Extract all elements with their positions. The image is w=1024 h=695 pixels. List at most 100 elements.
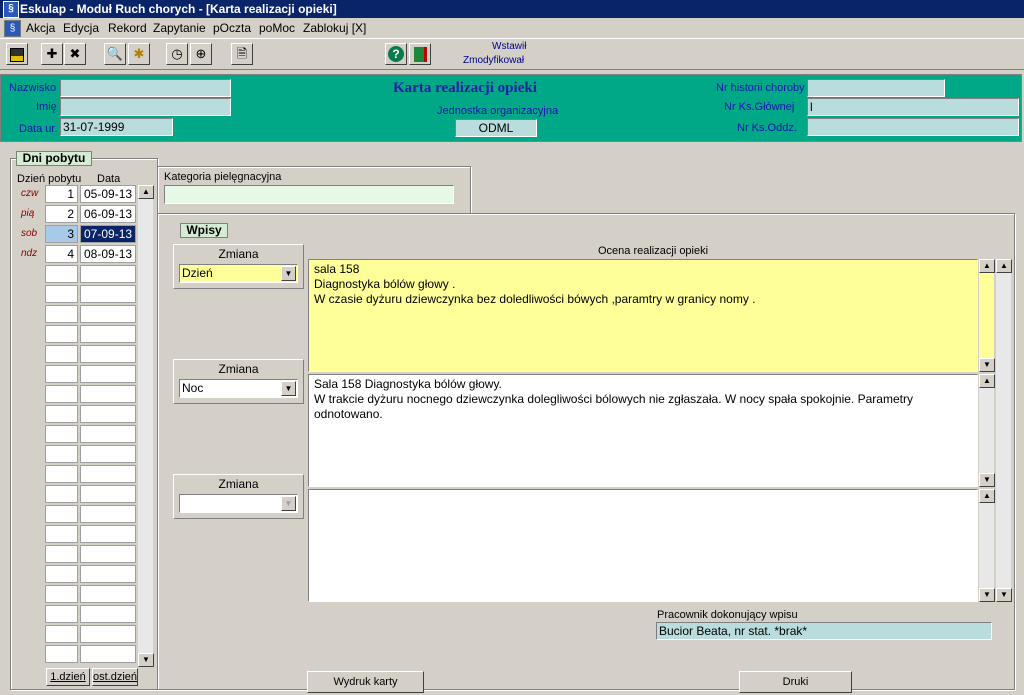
- date-cell[interactable]: [80, 565, 136, 583]
- menu-edycja[interactable]: Edycja: [63, 21, 99, 35]
- stay-days-scrollbar[interactable]: ▲ ▼: [137, 185, 154, 667]
- insert-record-button[interactable]: ✚: [41, 43, 63, 65]
- date-cell[interactable]: [80, 485, 136, 503]
- day-number-cell[interactable]: [45, 305, 78, 323]
- date-cell[interactable]: [80, 365, 136, 383]
- document-menu-icon[interactable]: §: [4, 20, 21, 37]
- day-number-cell[interactable]: 2: [45, 205, 78, 223]
- name-field[interactable]: [60, 98, 231, 116]
- scroll-up-button[interactable]: ▲: [138, 185, 154, 199]
- date-cell[interactable]: [80, 385, 136, 403]
- tab-entries[interactable]: Wpisy: [180, 223, 228, 238]
- menu-zapytanie[interactable]: Zapytanie: [153, 21, 206, 35]
- execute-query-button[interactable]: ✱: [128, 43, 150, 65]
- date-cell[interactable]: [80, 605, 136, 623]
- delete-record-button[interactable]: ✖: [64, 43, 86, 65]
- date-cell[interactable]: [80, 545, 136, 563]
- date-cell[interactable]: [80, 645, 136, 663]
- date-cell[interactable]: [80, 325, 136, 343]
- print-card-button[interactable]: Wydruk karty: [307, 671, 424, 693]
- day-number-cell[interactable]: 4: [45, 245, 78, 263]
- date-cell[interactable]: [80, 625, 136, 643]
- day-number-cell[interactable]: [45, 605, 78, 623]
- scroll-down-button[interactable]: ▼: [979, 588, 995, 602]
- date-cell[interactable]: [80, 445, 136, 463]
- day-number-cell[interactable]: 1: [45, 185, 78, 203]
- scroll-down-button[interactable]: ▼: [979, 473, 995, 487]
- scroll-down-button[interactable]: ▼: [979, 358, 995, 372]
- history-field[interactable]: [807, 79, 945, 97]
- prints-button[interactable]: Druki: [739, 671, 852, 693]
- scroll-up-button[interactable]: ▲: [979, 489, 995, 503]
- day-number-cell[interactable]: [45, 645, 78, 663]
- day-number-cell[interactable]: [45, 465, 78, 483]
- day-number-cell[interactable]: [45, 625, 78, 643]
- day-number-cell[interactable]: [45, 285, 78, 303]
- day-number-cell[interactable]: [45, 485, 78, 503]
- main-book-field[interactable]: l: [807, 98, 1019, 116]
- date-cell[interactable]: [80, 405, 136, 423]
- day-number-cell[interactable]: [45, 265, 78, 283]
- date-cell[interactable]: [80, 525, 136, 543]
- report-button[interactable]: 🗎: [231, 43, 253, 65]
- date-cell[interactable]: [80, 345, 136, 363]
- memo-scrollbar[interactable]: ▲ ▼: [978, 374, 995, 487]
- date-cell[interactable]: [80, 265, 136, 283]
- date-cell[interactable]: [80, 505, 136, 523]
- menu-pomoc[interactable]: poMoc: [259, 21, 295, 35]
- date-cell[interactable]: [80, 285, 136, 303]
- previous-button[interactable]: ◷: [166, 43, 188, 65]
- shift-select[interactable]: ▼: [179, 494, 298, 513]
- day-number-cell[interactable]: [45, 425, 78, 443]
- next-button[interactable]: ⊕: [190, 43, 212, 65]
- menu-zablokuj[interactable]: Zablokuj [X]: [303, 21, 366, 35]
- help-button[interactable]: ?: [385, 43, 407, 65]
- day-number-cell[interactable]: [45, 565, 78, 583]
- day-number-cell[interactable]: [45, 545, 78, 563]
- tab-stay-days[interactable]: Dni pobytu: [16, 151, 92, 166]
- day-number-cell[interactable]: [45, 405, 78, 423]
- day-number-cell[interactable]: [45, 325, 78, 343]
- assessment-memo-night[interactable]: Sala 158 Diagnostyka bólów głowy. W trak…: [308, 374, 978, 487]
- day-number-cell[interactable]: [45, 365, 78, 383]
- day-number-cell[interactable]: [45, 385, 78, 403]
- entries-scrollbar[interactable]: ▲ ▼: [995, 259, 1012, 602]
- assessment-memo-day[interactable]: sala 158 Diagnostyka bólów głowy . W cza…: [308, 259, 978, 372]
- birthdate-field[interactable]: 31-07-1999: [60, 118, 173, 136]
- date-cell[interactable]: 05-09-13: [80, 185, 136, 203]
- day-number-cell[interactable]: [45, 445, 78, 463]
- date-cell[interactable]: [80, 585, 136, 603]
- category-field[interactable]: [164, 185, 454, 204]
- assessment-memo-empty[interactable]: [308, 489, 978, 602]
- shift-select[interactable]: Dzień ▼: [179, 264, 298, 283]
- menu-rekord[interactable]: Rekord: [108, 21, 147, 35]
- unit-field[interactable]: ODML: [455, 119, 537, 137]
- menu-akcja[interactable]: Akcja: [26, 21, 55, 35]
- day-number-cell[interactable]: [45, 585, 78, 603]
- date-cell[interactable]: [80, 425, 136, 443]
- dropdown-arrow-icon[interactable]: ▼: [281, 496, 296, 511]
- scroll-down-button[interactable]: ▼: [996, 588, 1012, 602]
- first-day-button[interactable]: 1.dzień: [46, 668, 90, 686]
- menu-poczta[interactable]: pOczta: [213, 21, 251, 35]
- date-cell[interactable]: [80, 465, 136, 483]
- scroll-up-button[interactable]: ▲: [979, 259, 995, 273]
- exit-button[interactable]: [409, 43, 431, 65]
- day-number-cell[interactable]: [45, 345, 78, 363]
- scroll-up-button[interactable]: ▲: [996, 259, 1012, 273]
- save-button[interactable]: [6, 43, 28, 65]
- ward-book-field[interactable]: [807, 118, 1019, 136]
- memo-scrollbar[interactable]: ▲ ▼: [978, 489, 995, 602]
- dropdown-arrow-icon[interactable]: ▼: [281, 266, 296, 281]
- day-number-cell[interactable]: [45, 525, 78, 543]
- search-button[interactable]: 🔍: [104, 43, 126, 65]
- scroll-up-button[interactable]: ▲: [979, 374, 995, 388]
- day-number-cell[interactable]: [45, 505, 78, 523]
- dropdown-arrow-icon[interactable]: ▼: [281, 381, 296, 396]
- last-day-button[interactable]: ost.dzień: [92, 668, 138, 686]
- day-number-cell-selected[interactable]: 3: [45, 225, 78, 243]
- date-cell[interactable]: 08-09-13: [80, 245, 136, 263]
- worker-field[interactable]: Bucior Beata, nr stat. *brak*: [656, 622, 992, 640]
- date-cell[interactable]: 06-09-13: [80, 205, 136, 223]
- date-cell-selected[interactable]: 07-09-13: [80, 225, 136, 243]
